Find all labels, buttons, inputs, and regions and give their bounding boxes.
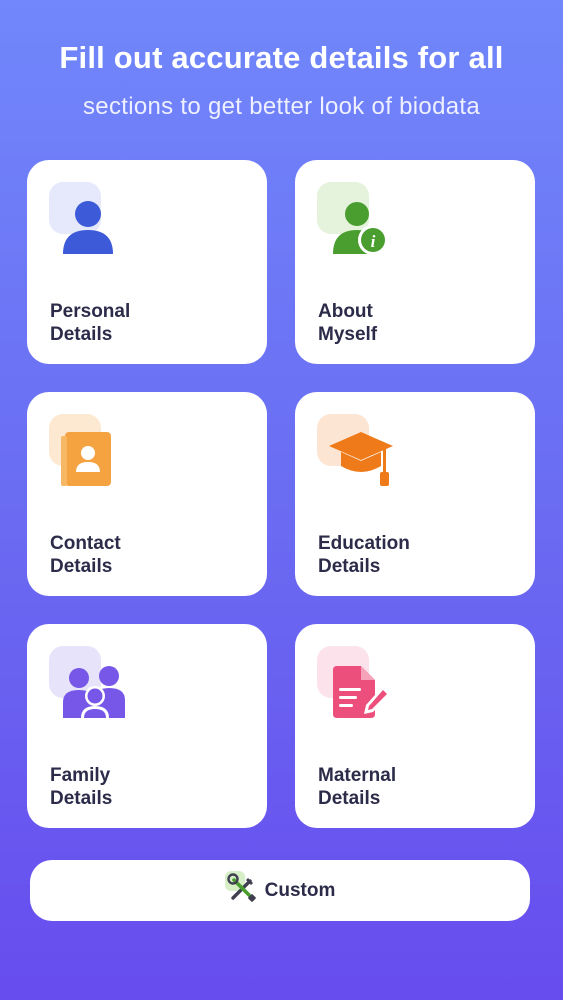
person-info-icon: i [317, 182, 397, 262]
person-icon [49, 182, 129, 262]
graduation-cap-icon [317, 414, 397, 494]
contact-book-icon [49, 414, 129, 494]
card-label: Education Details [318, 533, 410, 577]
card-label: Personal Details [50, 301, 131, 345]
document-edit-icon [317, 646, 397, 726]
page-subtitle: sections to get better look of biodata [83, 93, 480, 120]
card-label: Maternal Details [318, 765, 397, 809]
page-title: Fill out accurate details for all [59, 40, 504, 75]
education-details-card[interactable]: Education Details [295, 392, 535, 596]
svg-text:i: i [371, 232, 376, 251]
custom-button[interactable]: Custom [30, 860, 530, 921]
maternal-details-card[interactable]: Maternal Details [295, 624, 535, 828]
tools-icon [224, 871, 259, 910]
family-details-card[interactable]: Family Details [27, 624, 267, 828]
personal-details-card[interactable]: Personal Details [27, 160, 267, 364]
about-myself-card[interactable]: i About Myself [295, 160, 535, 364]
family-icon [49, 646, 129, 726]
card-label: Family Details [50, 765, 113, 809]
card-label: About Myself [318, 301, 378, 345]
card-label: Contact Details [50, 533, 121, 577]
custom-button-label: Custom [264, 879, 336, 901]
contact-details-card[interactable]: Contact Details [27, 392, 267, 596]
